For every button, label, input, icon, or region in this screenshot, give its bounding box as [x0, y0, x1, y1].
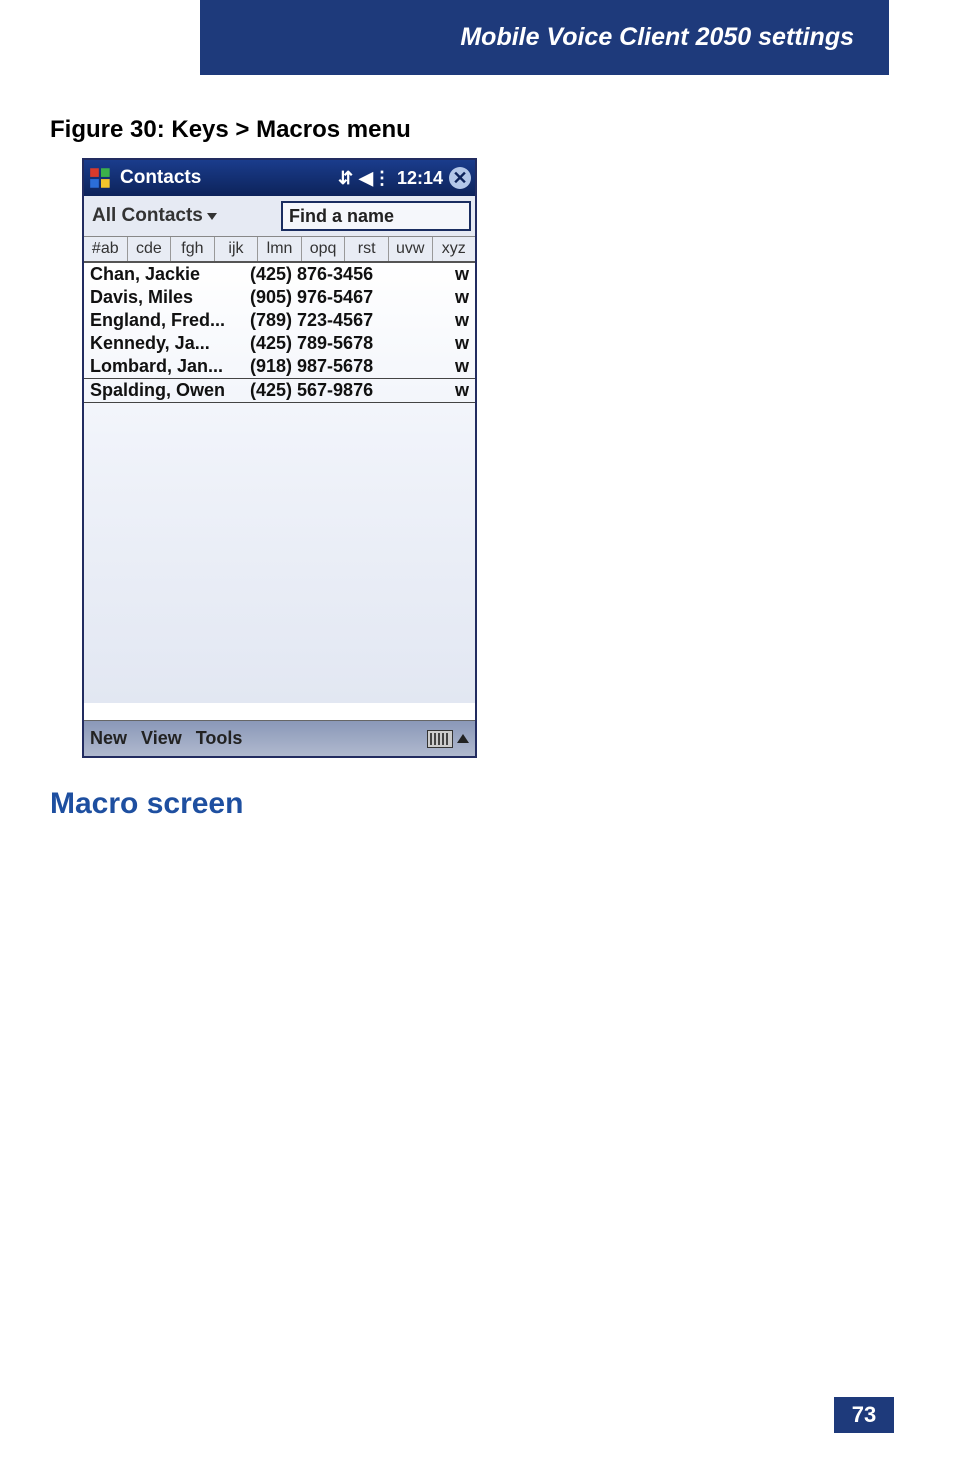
contact-phone: (918) 987-5678 — [250, 356, 445, 377]
nav-bar: Contacts ⇵ ◀⋮ 12:14 ✕ — [84, 160, 475, 196]
menu-new[interactable]: New — [90, 728, 127, 749]
contact-phone: (425) 876-3456 — [250, 264, 445, 285]
search-input-placeholder: Find a name — [289, 206, 394, 227]
contact-row[interactable]: Kennedy, Ja...(425) 789-5678w — [84, 332, 475, 355]
page-number: 73 — [834, 1397, 894, 1433]
contact-row[interactable]: Spalding, Owen(425) 567-9876w — [84, 378, 475, 403]
alpha-tab[interactable]: #ab — [84, 237, 128, 261]
contact-type: w — [445, 287, 469, 308]
alpha-tab[interactable]: xyz — [433, 237, 476, 261]
contact-name: Chan, Jackie — [90, 264, 250, 285]
volume-icon[interactable]: ◀⋮ — [359, 168, 391, 189]
alpha-tab[interactable]: rst — [345, 237, 389, 261]
section-heading: Macro screen — [50, 787, 243, 821]
menu-tools[interactable]: Tools — [196, 728, 243, 749]
contact-type: w — [445, 356, 469, 377]
contact-phone: (425) 567-9876 — [250, 380, 445, 401]
alpha-index-tabs: #ab cde fgh ijk lmn opq rst uvw xyz — [84, 236, 475, 263]
connectivity-icon[interactable]: ⇵ — [338, 168, 353, 189]
contact-row[interactable]: Lombard, Jan...(918) 987-5678w — [84, 355, 475, 378]
search-input[interactable]: Find a name — [281, 201, 471, 231]
contact-phone: (425) 789-5678 — [250, 333, 445, 354]
alpha-tab[interactable]: fgh — [171, 237, 215, 261]
alpha-tab[interactable]: ijk — [215, 237, 259, 261]
contact-name: England, Fred... — [90, 310, 250, 331]
running-header-text: Mobile Voice Client 2050 settings — [460, 23, 854, 52]
contact-name: Davis, Miles — [90, 287, 250, 308]
contact-type: w — [445, 333, 469, 354]
nav-status-icons: ⇵ ◀⋮ 12:14 ✕ — [338, 167, 471, 189]
category-dropdown[interactable]: All Contacts — [88, 203, 221, 229]
contact-phone: (789) 723-4567 — [250, 310, 445, 331]
contact-name: Spalding, Owen — [90, 380, 250, 401]
running-header: Mobile Voice Client 2050 settings — [225, 0, 889, 75]
device-screenshot: Contacts ⇵ ◀⋮ 12:14 ✕ All Contacts Find … — [82, 158, 477, 758]
contact-row[interactable]: Chan, Jackie(425) 876-3456w — [84, 263, 475, 286]
contact-type: w — [445, 380, 469, 401]
contact-row[interactable]: England, Fred...(789) 723-4567w — [84, 309, 475, 332]
chevron-down-icon — [207, 213, 217, 220]
menu-up-icon[interactable] — [457, 734, 469, 743]
header-accent — [200, 0, 225, 75]
nav-title: Contacts — [120, 167, 201, 189]
contact-name: Lombard, Jan... — [90, 356, 250, 377]
figure-caption: Figure 30: Keys > Macros menu — [50, 116, 411, 144]
alpha-tab[interactable]: opq — [302, 237, 346, 261]
alpha-tab[interactable]: uvw — [389, 237, 433, 261]
contact-row[interactable]: Davis, Miles(905) 976-5467w — [84, 286, 475, 309]
contact-phone: (905) 976-5467 — [250, 287, 445, 308]
menu-bar: New View Tools — [84, 720, 475, 756]
contact-type: w — [445, 264, 469, 285]
contact-name: Kennedy, Ja... — [90, 333, 250, 354]
alpha-tab[interactable]: cde — [128, 237, 172, 261]
contact-list[interactable]: Chan, Jackie(425) 876-3456wDavis, Miles(… — [84, 263, 475, 703]
contact-type: w — [445, 310, 469, 331]
clock-text[interactable]: 12:14 — [397, 168, 443, 189]
alpha-tab[interactable]: lmn — [258, 237, 302, 261]
close-icon[interactable]: ✕ — [449, 167, 471, 189]
menu-view[interactable]: View — [141, 728, 182, 749]
keyboard-icon[interactable] — [427, 730, 453, 748]
filter-row: All Contacts Find a name — [84, 196, 475, 236]
start-flag-icon[interactable] — [88, 165, 114, 191]
category-dropdown-label: All Contacts — [92, 205, 203, 227]
